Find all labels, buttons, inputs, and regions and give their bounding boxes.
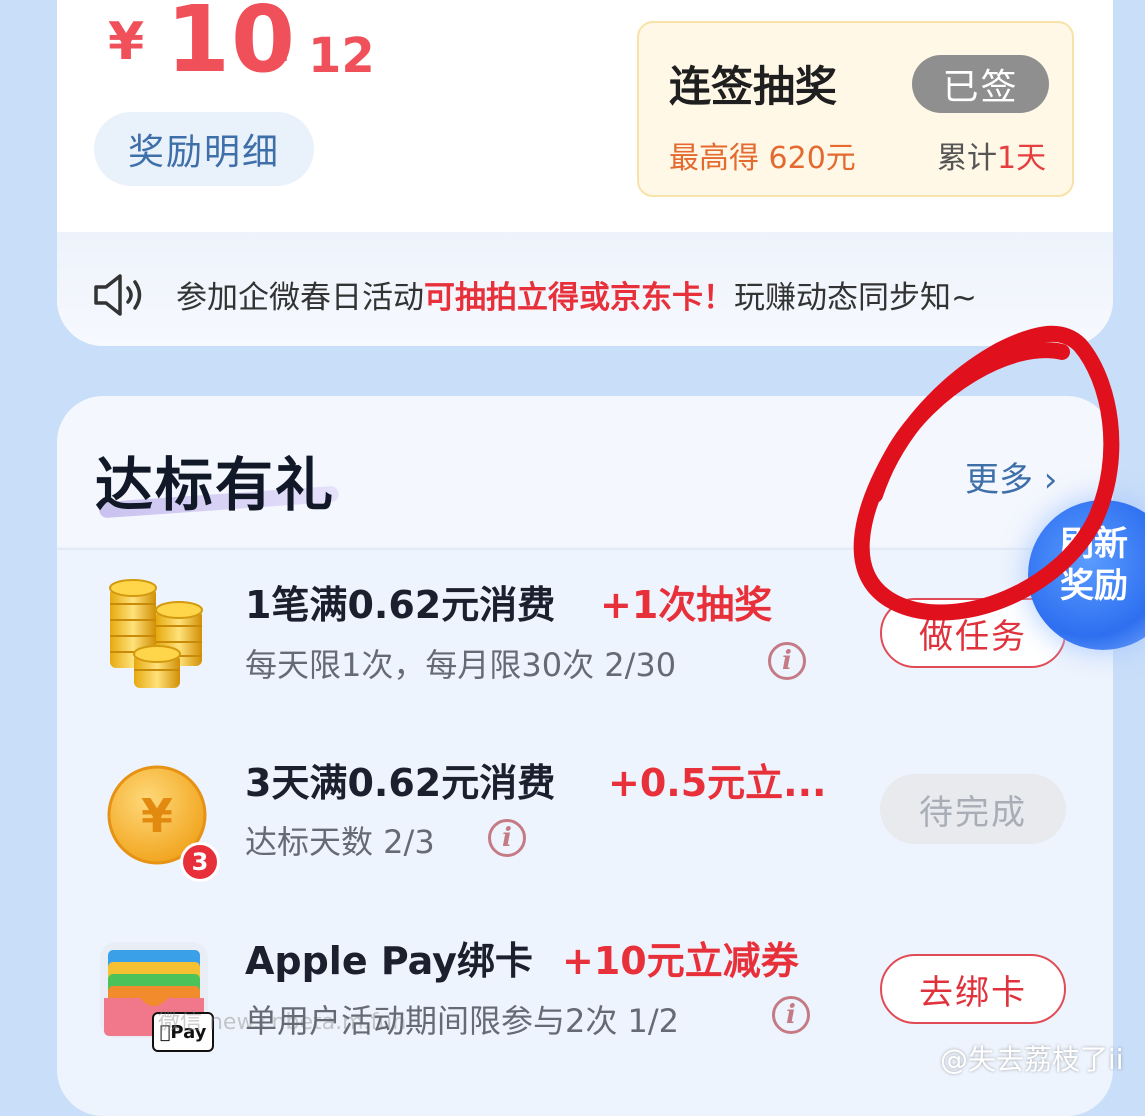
gold-coins-icon [109, 579, 203, 688]
count-badge: 3 [180, 842, 220, 882]
more-link[interactable]: 更多 › [965, 452, 1057, 501]
activity-notice[interactable]: 参加企微春日活动可抽拍立得或京东卡！玩赚动态同步知~ [176, 272, 977, 317]
info-icon[interactable]: i [768, 642, 806, 680]
balance-decimal-separator: . [270, 6, 293, 76]
speaker-icon [94, 274, 142, 316]
task-subtitle: 单用户活动期间限参与2次 1/2 [245, 1002, 680, 1040]
task-reward: +0.5元立... [608, 761, 827, 805]
info-icon[interactable]: i [488, 819, 526, 857]
task-subtitle: 每天限1次，每月限30次 2/30 [245, 646, 677, 684]
signed-status-button[interactable]: 已签 [912, 55, 1049, 113]
lottery-cumulative-days: 累计1天 [937, 141, 1047, 176]
reward-detail-button[interactable]: 奖励明细 [94, 112, 314, 186]
section-divider [57, 548, 1113, 550]
section-title: 达标有礼 [95, 451, 336, 519]
bind-card-button[interactable]: 去绑卡 [880, 954, 1066, 1024]
lottery-title: 连签抽奖 [669, 62, 838, 111]
weibo-watermark: @失去荔枝了ii [940, 1043, 1124, 1076]
info-icon[interactable]: i [772, 996, 810, 1034]
task-reward: +10元立减券 [562, 939, 799, 983]
task-title: 3天满0.62元消费 [245, 761, 556, 805]
task-reward: +1次抽奖 [600, 583, 773, 627]
consecutive-sign-lottery-card[interactable]: 连签抽奖 已签 最高得 620元 累计1天 [637, 21, 1074, 197]
refresh-line2: 奖励 [1060, 566, 1128, 606]
refresh-line1: 刷新 [1060, 524, 1128, 564]
balance-decimal: 12 [308, 28, 375, 84]
currency-symbol: ¥ [108, 12, 145, 72]
svg-text:¥: ¥ [141, 789, 173, 843]
pending-button[interactable]: 待完成 [880, 774, 1066, 844]
lottery-max-reward: 最高得 620元 [669, 141, 856, 176]
task-subtitle: 达标天数 2/3 [245, 823, 435, 861]
task-title: Apple Pay绑卡 [245, 939, 533, 983]
task-title: 1笔满0.62元消费 [245, 583, 556, 627]
